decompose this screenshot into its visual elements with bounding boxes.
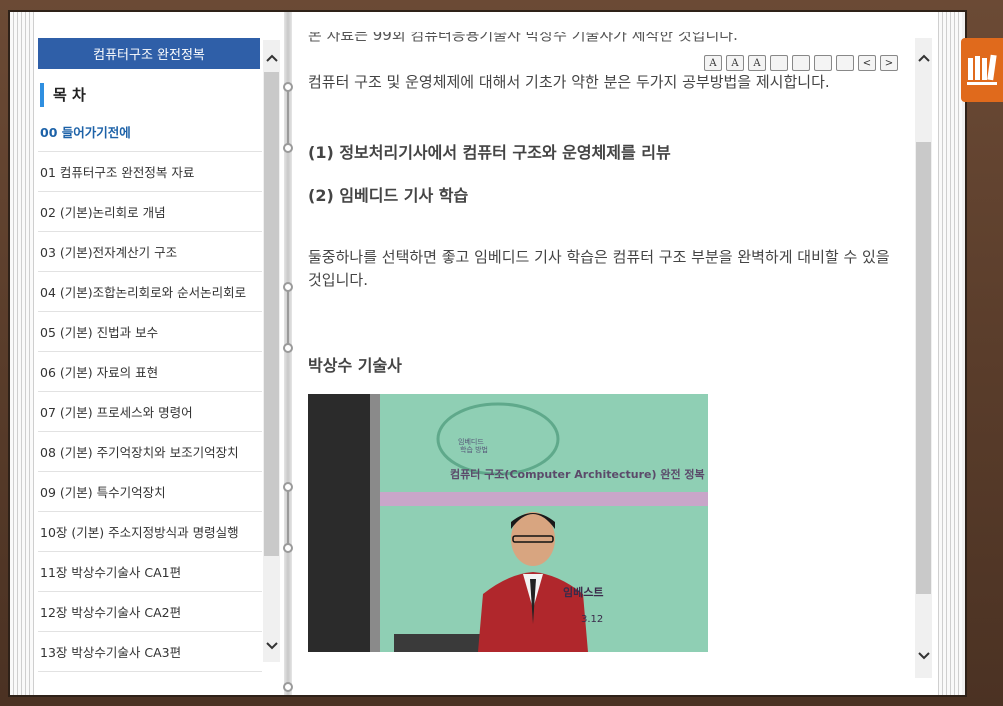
toc-header[interactable]: 컴퓨터구조 완전정복	[38, 38, 260, 69]
toc-item[interactable]: 09 (기본) 특수기억장치	[38, 472, 262, 512]
toc-item[interactable]: 05 (기본) 진법과 보수	[38, 312, 262, 352]
toc-item[interactable]: 02 (기본)논리회로 개념	[38, 192, 262, 232]
page-stack-right	[938, 12, 962, 695]
prev-page-icon[interactable]: <	[858, 55, 876, 71]
next-page-icon[interactable]: >	[880, 55, 898, 71]
svg-text:학습 방법: 학습 방법	[460, 445, 488, 454]
spine-ring	[283, 282, 293, 292]
toc-title: 목 차	[40, 83, 86, 107]
toc-item[interactable]: 11장 박상수기술사 CA1편	[38, 552, 262, 592]
photo-slide-title: 컴퓨터 구조(Computer Architecture) 완전 정복	[450, 468, 705, 481]
font-larger-icon[interactable]: A	[726, 55, 744, 71]
spine-ring	[283, 343, 293, 353]
advice-paragraph: 둘중하나를 선택하면 좋고 임베디드 기사 학습은 컴퓨터 구조 부분을 완벽하…	[308, 248, 890, 289]
spine-ring	[283, 143, 293, 153]
method-1-heading: (1) 정보처리기사에서 컴퓨터 구조와 운영체제를 리뷰	[308, 143, 671, 162]
lecture-photo: 임베디드 학습 방법 컴퓨터 구조(Computer Architecture)…	[308, 394, 708, 652]
toc-item[interactable]: 01 컴퓨터구조 완전정복 자료	[38, 152, 262, 192]
spine-ring	[283, 482, 293, 492]
spine-ring	[283, 682, 293, 692]
toc-item[interactable]: 08 (기본) 주기억장치와 보조기억장치	[38, 432, 262, 472]
page-stack-left	[10, 12, 34, 695]
toc-item[interactable]: 12장 박상수기술사 CA2편	[38, 592, 262, 632]
spine-ring	[283, 82, 293, 92]
toc-item[interactable]: 10장 (기본) 주소지정방식과 명령실행	[38, 512, 262, 552]
intro-paragraph: 컴퓨터 구조 및 운영체제에 대해서 기초가 약한 분은 두가지 공부방법을 제…	[308, 73, 830, 91]
toc-scrollbar-thumb[interactable]	[264, 72, 279, 556]
spine-wire	[287, 286, 289, 348]
spine-ring	[283, 543, 293, 553]
author-heading: 박상수 기술사	[308, 356, 402, 375]
font-normal-icon[interactable]: A	[704, 55, 722, 71]
bookshelf-icon	[967, 54, 997, 85]
photo-slide-bottom: 임베스트	[563, 586, 604, 599]
toc-item[interactable]: 04 (기본)조합논리회로와 순서논리회로	[38, 272, 262, 312]
memo-icon[interactable]	[814, 55, 832, 71]
bookshelf-tab[interactable]	[961, 38, 1003, 102]
toc-item[interactable]: 06 (기본) 자료의 표현	[38, 352, 262, 392]
content-scrollbar-thumb[interactable]	[916, 142, 931, 594]
svg-text:임베디드: 임베디드	[458, 437, 484, 446]
content-scroll-up-icon[interactable]	[915, 48, 932, 68]
spine-wire	[287, 86, 289, 148]
print-icon[interactable]	[836, 55, 854, 71]
spine-wire	[287, 486, 289, 548]
bookmark-icon[interactable]	[770, 55, 788, 71]
content-scroll-down-icon[interactable]	[915, 646, 932, 666]
bookmark-add-icon[interactable]	[792, 55, 810, 71]
method-2-heading: (2) 임베디드 기사 학습	[308, 186, 469, 205]
toc-scroll-down-icon[interactable]	[263, 636, 280, 656]
toc-item[interactable]: 03 (기본)전자계산기 구조	[38, 232, 262, 272]
font-smaller-icon[interactable]: A	[748, 55, 766, 71]
toc-scroll-up-icon[interactable]	[263, 48, 280, 68]
toc-item[interactable]: 13장 박상수기술사 CA3편	[38, 632, 262, 672]
toc-list: 00 들어가기전에 01 컴퓨터구조 완전정복 자료 02 (기본)논리회로 개념 0…	[38, 112, 262, 672]
photo-slide-date: 3.12	[581, 614, 604, 625]
toc-item[interactable]: 07 (기본) 프로세스와 명령어	[38, 392, 262, 432]
toc-item[interactable]: 00 들어가기전에	[38, 112, 262, 152]
